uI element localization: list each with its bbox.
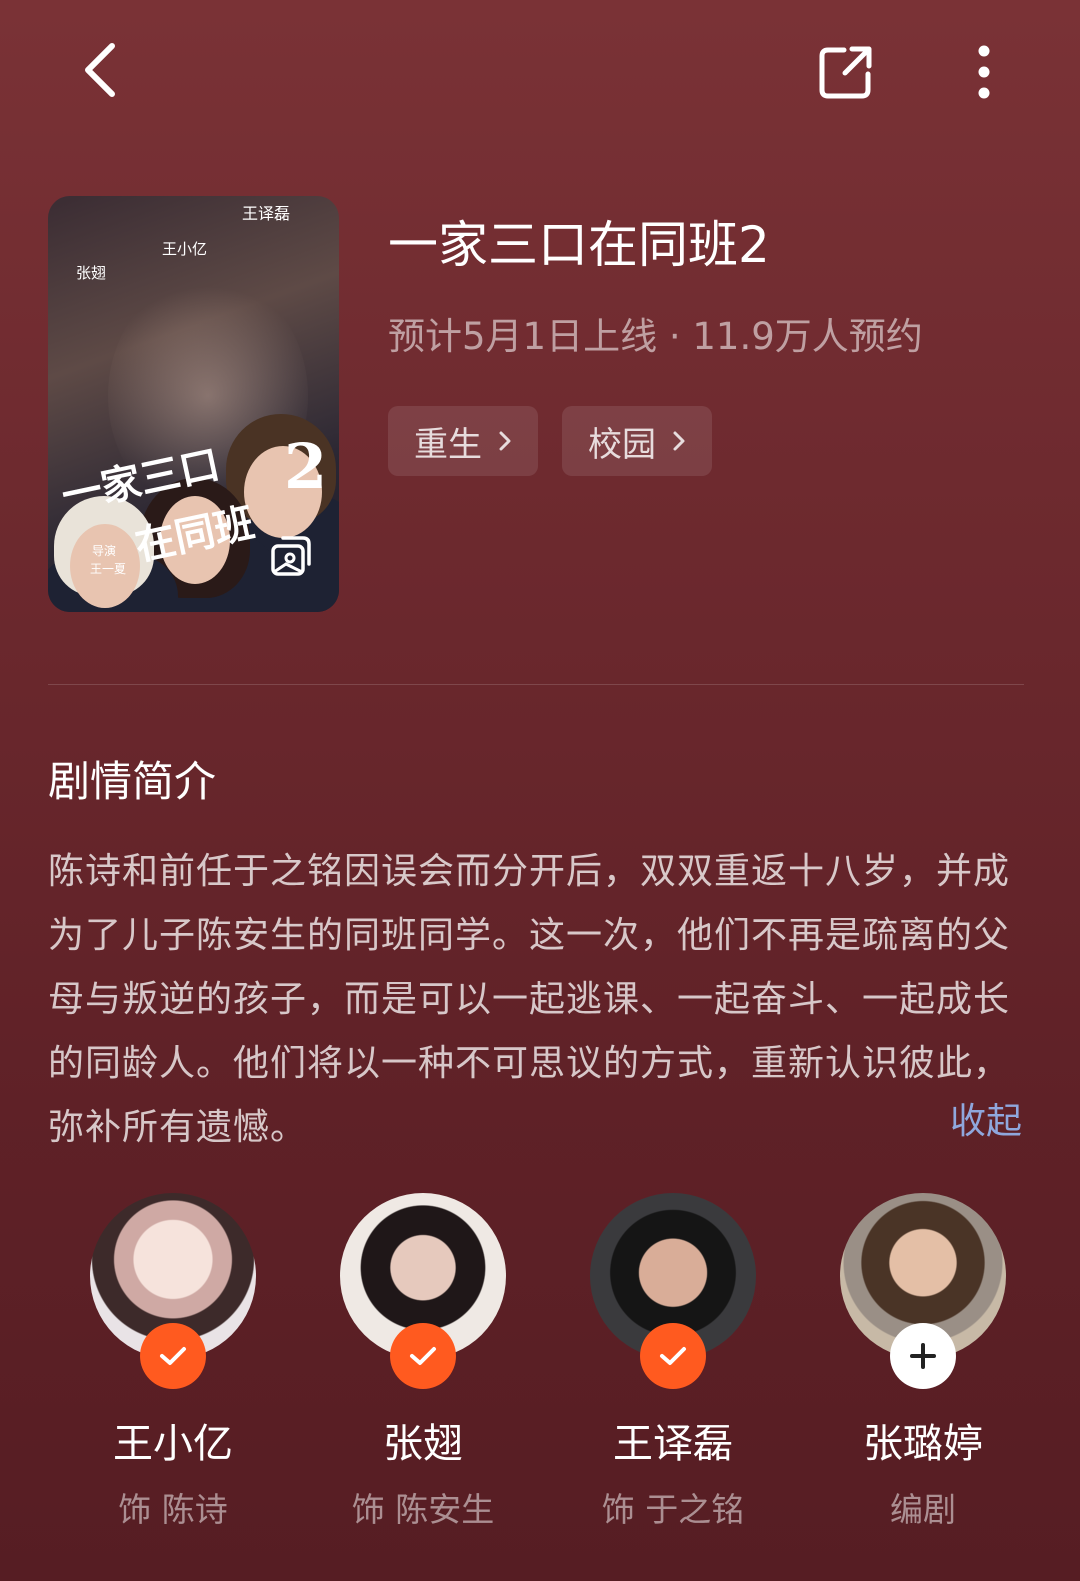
tag-campus[interactable]: 校园 [562, 406, 712, 476]
cast-name: 张翅 [383, 1421, 463, 1467]
more-vertical-icon [978, 45, 990, 99]
poster-director: 王一夏 [90, 562, 127, 576]
back-button[interactable] [60, 30, 140, 110]
poster-number: 2 [284, 430, 328, 503]
chevron-right-icon [498, 430, 512, 452]
poster-director-label: 导演 [92, 544, 117, 558]
cast-item[interactable]: 王译磊 饰 于之铭 [548, 1193, 798, 1529]
poster-cast-top: 王译磊 [242, 204, 291, 223]
followed-check-icon[interactable] [640, 1323, 706, 1389]
cast-role: 饰 陈诗 [118, 1490, 228, 1529]
share-button[interactable] [806, 32, 886, 112]
cast-item[interactable]: 张璐婷 编剧 [798, 1193, 1048, 1529]
show-title: 一家三口在同班2 [388, 216, 770, 274]
poster-image[interactable]: 王译磊 王小亿 张翅 一家三口 在同班 2 导演 王一夏 [48, 196, 339, 612]
share-icon [819, 46, 872, 99]
synopsis-heading: 剧情简介 [48, 757, 217, 806]
top-bar [0, 0, 1080, 150]
cast-role: 饰 于之铭 [601, 1490, 745, 1529]
follow-plus-icon[interactable] [890, 1323, 956, 1389]
chevron-right-icon [672, 430, 686, 452]
tag-label: 校园 [588, 424, 656, 465]
poster-cast-mid: 王小亿 [162, 240, 208, 258]
back-arrow-icon [85, 43, 115, 97]
section-divider [48, 684, 1024, 685]
cast-name: 王小亿 [113, 1421, 233, 1467]
tag-label: 重生 [414, 424, 482, 465]
cast-role: 饰 陈安生 [351, 1490, 495, 1529]
followed-check-icon[interactable] [140, 1323, 206, 1389]
collapse-link[interactable]: 收起 [950, 1092, 1022, 1144]
show-meta: 预计5月1日上线 · 11.9万人预约 [388, 315, 923, 358]
gallery-icon [269, 534, 313, 582]
poster-cast-left: 张翅 [76, 264, 107, 282]
followed-check-icon[interactable] [390, 1323, 456, 1389]
cast-item[interactable]: 张翅 饰 陈安生 [298, 1193, 548, 1529]
more-button[interactable] [944, 32, 1024, 112]
cast-role: 编剧 [890, 1490, 956, 1529]
tag-rebirth[interactable]: 重生 [388, 406, 538, 476]
synopsis-text: 陈诗和前任于之铭因误会而分开后，双双重返十八岁，并成为了儿子陈安生的同班同学。这… [48, 851, 1011, 1148]
tag-list: 重生 校园 [388, 406, 712, 476]
cast-name: 王译磊 [613, 1421, 733, 1467]
cast-name: 张璐婷 [863, 1421, 983, 1467]
cast-item[interactable]: 王小亿 饰 陈诗 [48, 1193, 298, 1529]
